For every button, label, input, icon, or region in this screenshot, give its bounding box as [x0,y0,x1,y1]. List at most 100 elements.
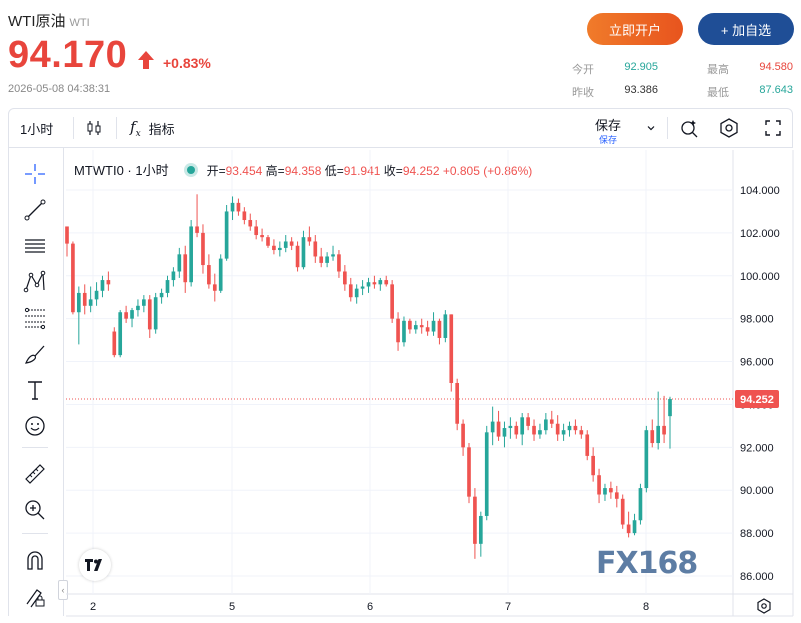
candle [277,241,282,257]
candle-body [236,202,241,212]
candle-body [301,237,306,268]
candle-body [260,235,264,238]
candle-body [597,475,601,495]
candle [147,295,152,338]
candle-body [319,256,324,263]
candle-body [76,292,81,313]
candle [325,252,329,268]
candle [76,286,81,345]
last-price-label: 94.252 [740,394,774,406]
candle-body [171,271,176,281]
candle-body [603,488,607,495]
candle [372,275,377,289]
candle [360,280,365,296]
x-tick-label: 5 [229,601,235,613]
candle [496,410,501,441]
candle [153,292,158,334]
candle-body [212,284,217,291]
candle-body [402,320,406,343]
candle [313,235,318,263]
candle [82,284,87,315]
candle-body [626,524,631,534]
candle-body [153,297,158,330]
candle-body [159,292,164,298]
candle [413,320,418,334]
candle-body [94,290,99,300]
candle-body [242,211,247,221]
candle-body [408,320,412,330]
candle [638,483,643,525]
candle [337,250,341,278]
axis-settings-icon[interactable] [756,598,772,619]
candle-body [632,520,637,534]
candle [656,391,661,450]
candle [112,327,117,358]
y-tick-label: 104.000 [740,185,780,197]
candle [650,419,655,448]
candle-body [561,430,566,435]
candle-body [118,312,123,356]
candle [520,413,525,446]
candle-body [65,226,69,244]
candle-body [177,254,182,272]
candle [171,267,176,287]
candle [94,282,99,306]
candle-body [461,423,465,448]
candle [597,468,601,504]
candle-body [189,226,193,283]
tradingview-logo[interactable] [79,549,111,581]
candle-body [354,288,359,298]
candle [136,299,140,317]
candle-body [644,430,649,489]
candle [195,194,199,238]
candle [396,312,400,351]
candle-body [449,314,454,383]
candle [218,254,223,293]
candle-body [585,434,590,456]
candle [65,226,69,257]
candle-body [437,320,442,338]
y-tick-label: 100.000 [740,271,780,283]
y-tick-label: 88.000 [740,528,774,540]
candle-body [207,265,211,285]
candle [579,425,584,439]
candle-body [136,305,140,311]
candle [378,277,383,291]
candle [526,413,530,431]
candle-body [520,417,525,435]
candle-body [656,425,661,444]
candle-body [112,331,117,356]
candle [212,273,217,302]
candle-body [484,432,489,516]
candle [591,447,595,482]
candle-body [473,496,477,544]
candle [390,280,394,323]
candle-body [508,425,513,429]
candle [71,241,75,315]
candle [177,247,182,278]
candle [159,288,164,304]
candlestick-chart[interactable]: 104.000102.000100.00098.00096.00094.0009… [0,0,801,623]
candle-body [248,220,253,227]
candle-body [514,425,519,435]
candle [573,419,578,435]
candle-body [230,202,235,212]
candle [343,265,347,291]
candle-body [390,284,394,319]
candle [567,421,572,437]
candle [632,513,637,536]
candle [254,220,259,240]
candle [408,318,412,334]
candle [514,421,519,439]
candle [544,413,548,435]
candle [603,483,607,501]
candle-body [130,310,134,319]
candle [484,425,489,521]
candle-body [183,254,188,283]
x-tick-label: 8 [643,601,649,613]
candle-body [343,271,347,285]
candle [490,406,495,446]
candle [455,378,460,431]
candle-body [579,430,584,435]
candle-body [88,299,93,306]
